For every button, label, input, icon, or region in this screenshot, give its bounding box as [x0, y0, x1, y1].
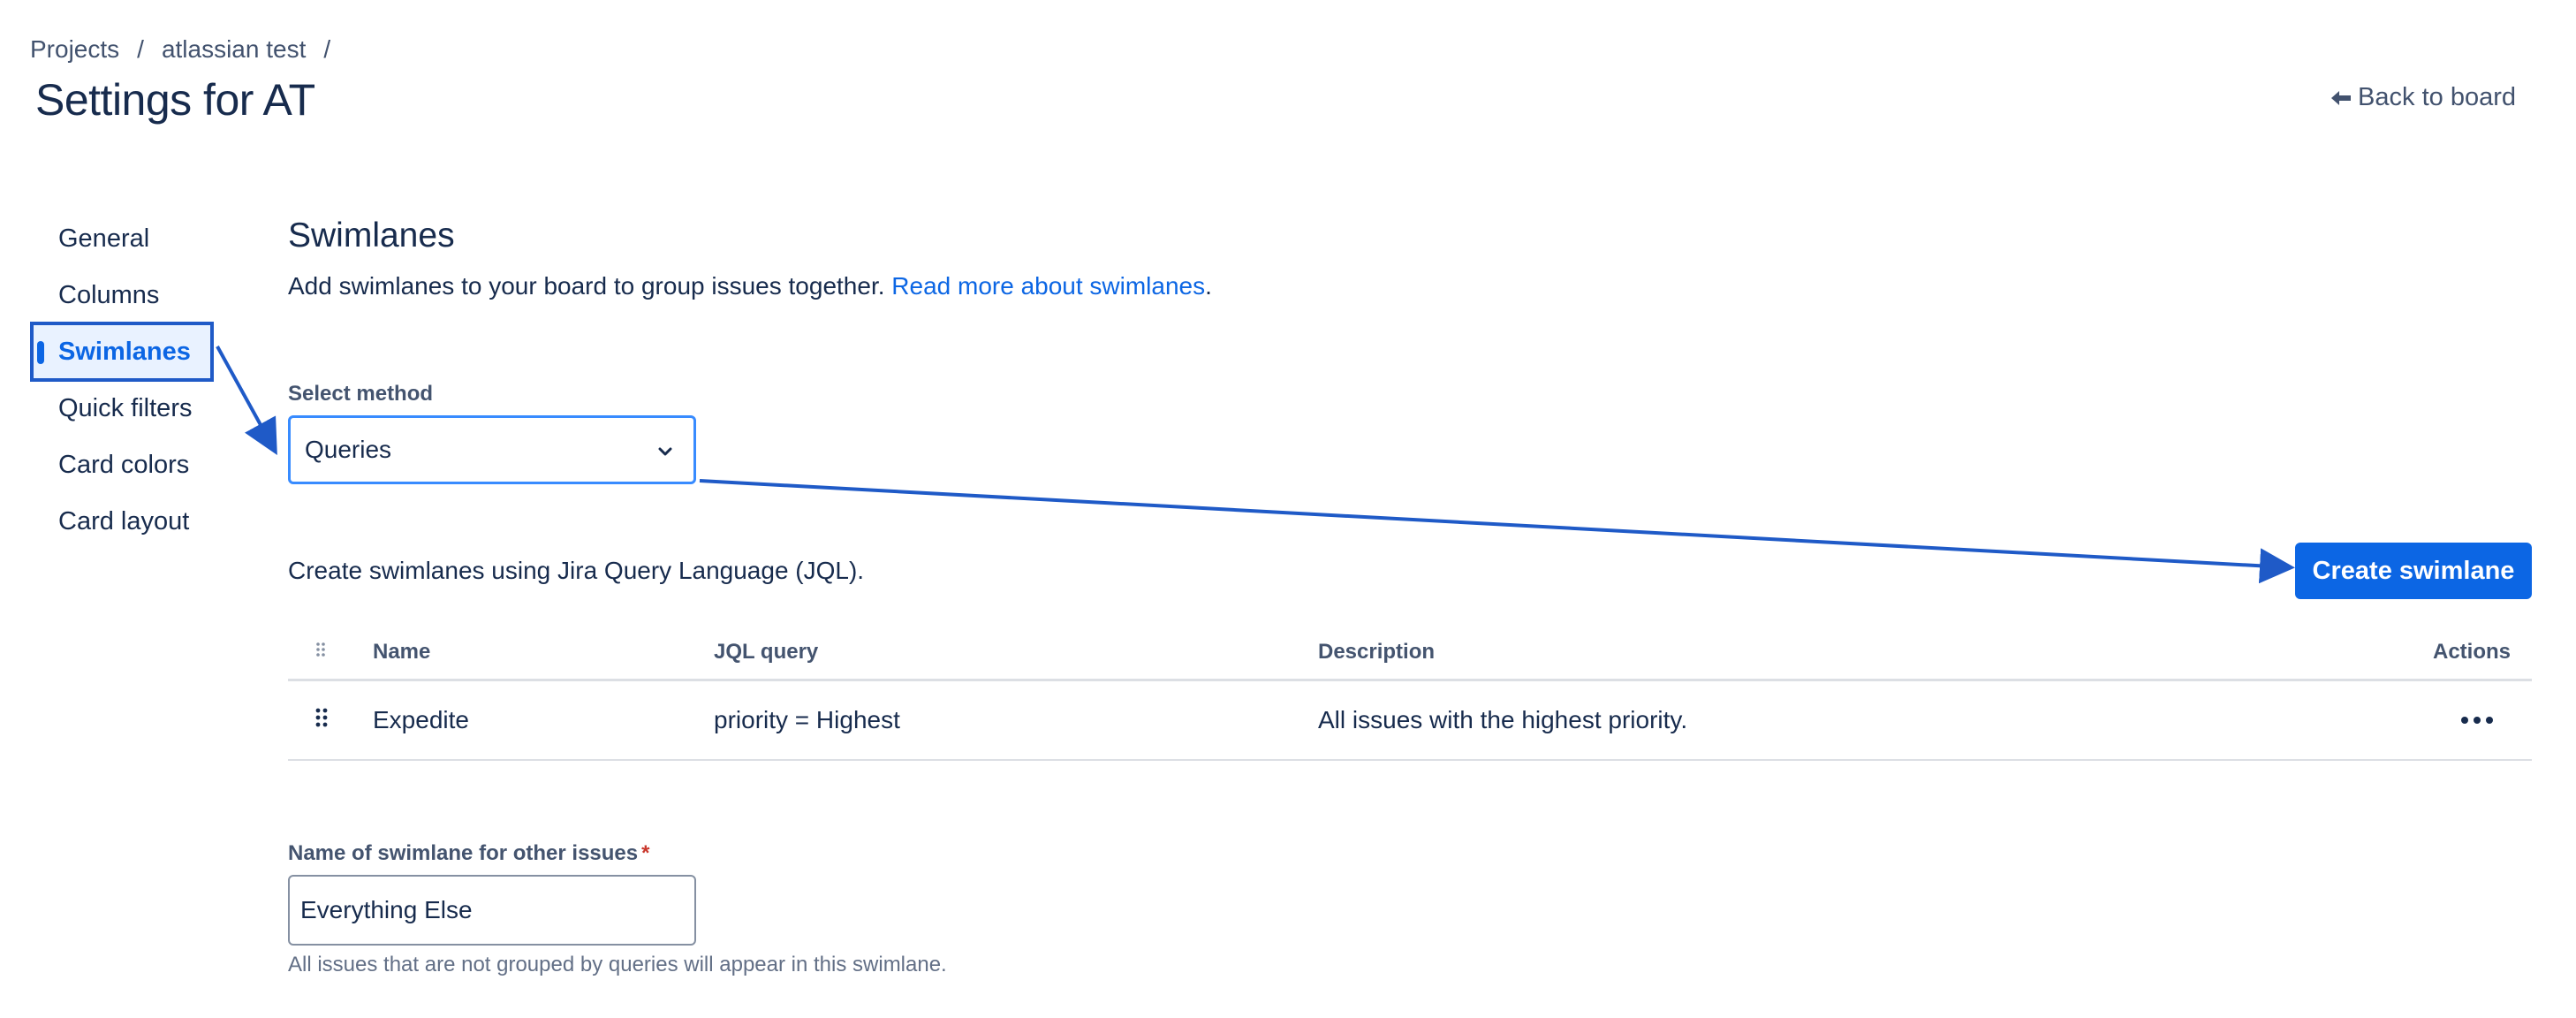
- dot: [2486, 717, 2493, 724]
- required-marker: *: [641, 841, 650, 865]
- sidebar-item-swimlanes[interactable]: Swimlanes: [30, 322, 214, 382]
- sidebar-item-card-colors[interactable]: Card colors: [32, 437, 212, 493]
- other-issues-name-input[interactable]: [288, 875, 696, 946]
- select-method-label: Select method: [288, 382, 434, 406]
- sidebar-item-general[interactable]: General: [32, 210, 212, 267]
- column-header-description: Description: [1318, 640, 1436, 664]
- sidebar-item-label: General: [58, 224, 150, 253]
- jql-description: Create swimlanes using Jira Query Langua…: [288, 557, 865, 584]
- breadcrumb-project[interactable]: atlassian test: [162, 35, 306, 64]
- chevron-down-icon: [656, 436, 674, 464]
- drag-handle-icon[interactable]: [314, 706, 329, 734]
- select-method-dropdown[interactable]: Queries: [288, 415, 696, 484]
- row-name: Expedite: [373, 706, 469, 733]
- sidebar-item-quick-filters[interactable]: Quick filters: [32, 380, 212, 437]
- active-indicator: [37, 341, 44, 364]
- back-to-board-label: Back to board: [2358, 83, 2516, 111]
- breadcrumb-separator: /: [323, 35, 331, 63]
- other-issues-label-text: Name of swimlane for other issues: [288, 841, 639, 865]
- swimlanes-table: Name JQL query Description Actions Exped…: [288, 626, 2532, 761]
- swimlanes-panel: Swimlanes Add swimlanes to your board to…: [288, 212, 2532, 976]
- breadcrumb: Projects / atlassian test /: [30, 35, 348, 64]
- annotation-arrow: [699, 479, 2295, 584]
- dot: [2474, 717, 2481, 724]
- section-description: Add swimlanes to your board to group iss…: [288, 272, 2532, 300]
- more-actions-icon[interactable]: [2458, 708, 2496, 733]
- column-header-name: Name: [373, 640, 431, 664]
- drag-handle-icon: [314, 640, 327, 665]
- table-header: Name JQL query Description Actions: [288, 626, 2532, 681]
- arrow-left-icon: [2330, 88, 2352, 108]
- create-swimlane-button[interactable]: Create swimlane: [2295, 543, 2532, 599]
- page-title: Settings for AT: [35, 75, 315, 125]
- sidebar-item-label: Columns: [58, 280, 160, 309]
- breadcrumb-projects[interactable]: Projects: [30, 35, 119, 64]
- annotation-arrow: [216, 346, 277, 456]
- description-end: .: [1205, 272, 1212, 300]
- sidebar-item-label: Card layout: [58, 506, 190, 536]
- other-issues-label: Name of swimlane for other issues *: [288, 841, 649, 866]
- select-method-value: Queries: [305, 436, 392, 463]
- row-description: All issues with the highest priority.: [1318, 706, 1688, 733]
- other-issues-help-text: All issues that are not grouped by queri…: [288, 953, 947, 976]
- dot: [2461, 717, 2468, 724]
- column-header-jql: JQL query: [714, 640, 819, 664]
- sidebar-item-label: Card colors: [58, 450, 190, 479]
- back-to-board-link[interactable]: Back to board: [2330, 83, 2516, 112]
- column-header-actions: Actions: [2432, 640, 2511, 664]
- table-row: Expedite priority = Highest All issues w…: [288, 681, 2532, 761]
- sidebar-item-label: Quick filters: [58, 393, 193, 422]
- board-settings-page: Projects / atlassian test / Settings for…: [0, 0, 2576, 1018]
- sidebar-item-label: Swimlanes: [58, 337, 191, 366]
- settings-sidebar: General Columns Swimlanes Quick filters …: [30, 210, 214, 550]
- sidebar-item-columns[interactable]: Columns: [32, 267, 212, 323]
- row-jql: priority = Highest: [714, 706, 900, 733]
- read-more-link[interactable]: Read more about swimlanes: [891, 272, 1205, 300]
- breadcrumb-separator: /: [137, 35, 144, 63]
- section-title: Swimlanes: [288, 217, 455, 254]
- sidebar-item-card-layout[interactable]: Card layout: [32, 493, 212, 550]
- description-text: Add swimlanes to your board to group iss…: [288, 272, 885, 300]
